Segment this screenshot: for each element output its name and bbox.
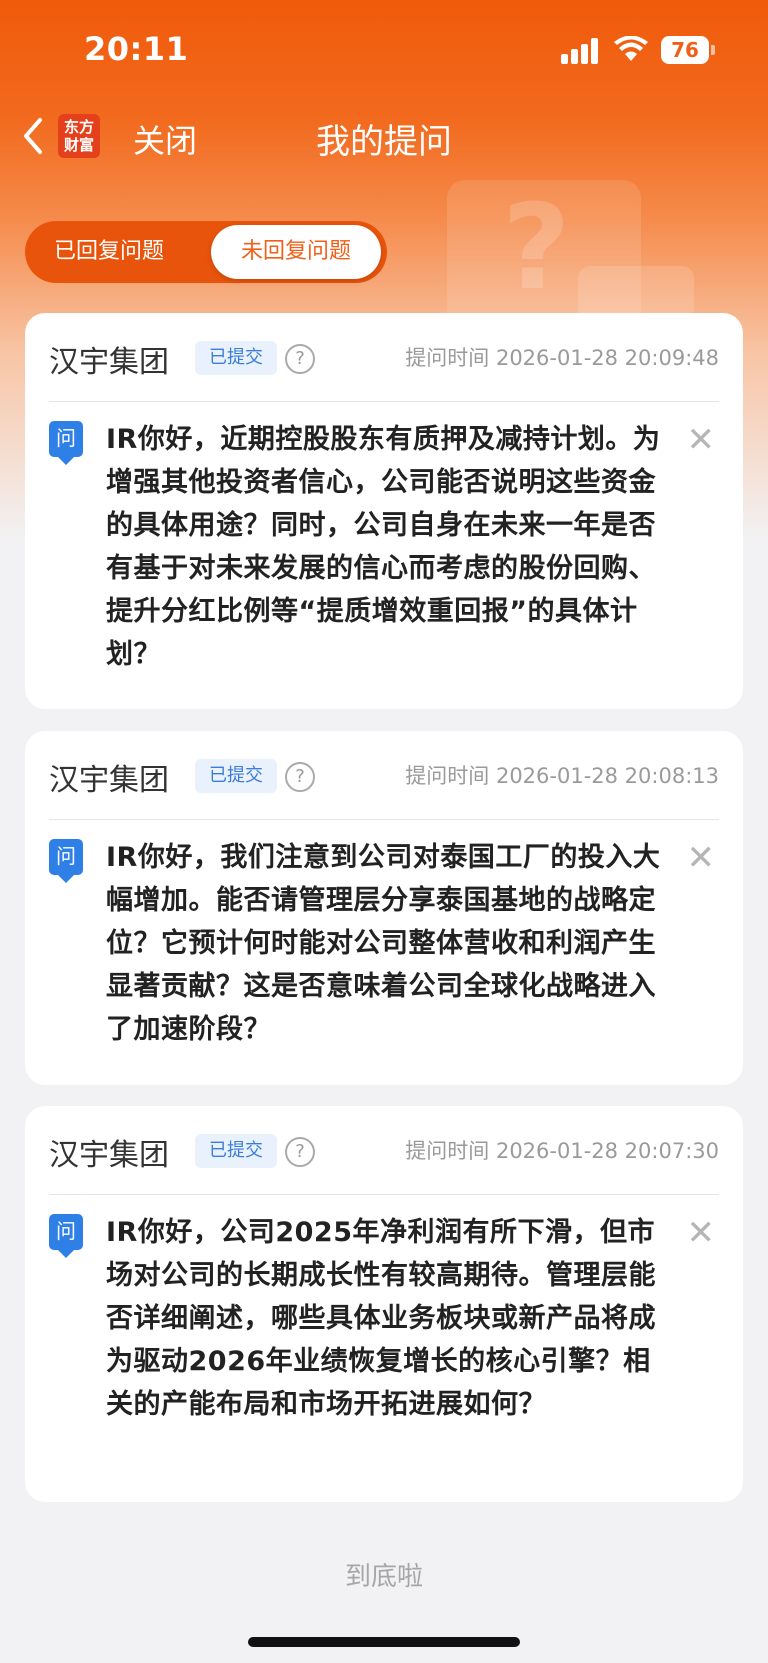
question-card: 汉宇集团 已提交 ? 提问时间 2026-01-28 20:09:48 问 IR…	[25, 313, 743, 709]
status-badge: 已提交	[195, 759, 277, 793]
close-icon[interactable]: ✕	[687, 1216, 716, 1250]
question-time: 提问时间 2026-01-28 20:09:48	[405, 346, 719, 370]
end-of-list-label: 到底啦	[344, 1562, 423, 1592]
company-name[interactable]: 汉宇集团	[49, 755, 169, 799]
close-icon[interactable]: ✕	[687, 423, 716, 457]
page-title: 我的提问	[316, 122, 452, 162]
home-indicator[interactable]	[248, 1637, 520, 1647]
question-card: 汉宇集团 已提交 ? 提问时间 2026-01-28 20:08:13 问 IR…	[25, 731, 743, 1085]
question-time: 提问时间 2026-01-28 20:07:30	[405, 1139, 719, 1163]
tab-replied[interactable]: 已回复问题	[25, 221, 193, 283]
answer-status-tabs: 已回复问题 未回复问题	[25, 221, 387, 283]
question-icon: 问	[49, 839, 83, 883]
cellular-signal-icon	[561, 38, 601, 64]
question-text: IR你好，公司2025年净利润有所下滑，但市场对公司的长期成长性有较高期待。管理…	[106, 1217, 656, 1420]
nav-bar: 东方 财富 关闭 我的提问	[0, 100, 768, 172]
battery-icon: 76	[661, 36, 709, 64]
divider	[49, 401, 719, 402]
status-badge: 已提交	[195, 341, 277, 375]
help-icon[interactable]: ?	[285, 344, 315, 374]
question-icon: 问	[49, 1214, 83, 1258]
wifi-icon	[614, 36, 648, 61]
help-icon[interactable]: ?	[285, 762, 315, 792]
tab-unreplied[interactable]: 未回复问题	[211, 225, 381, 279]
question-text: IR你好，近期控股股东有质押及减持计划。为增强其他投资者信心，公司能否说明这些资…	[106, 424, 661, 670]
status-badge: 已提交	[195, 1134, 277, 1168]
company-name[interactable]: 汉宇集团	[49, 1130, 169, 1174]
company-name[interactable]: 汉宇集团	[49, 337, 169, 381]
question-mark-decoration: ?	[502, 178, 571, 316]
help-icon[interactable]: ?	[285, 1137, 315, 1167]
divider	[49, 1194, 719, 1195]
question-icon: 问	[49, 421, 83, 465]
battery-tip	[711, 45, 715, 55]
question-time: 提问时间 2026-01-28 20:08:13	[405, 764, 719, 788]
status-time: 20:11	[84, 30, 189, 68]
question-card: 汉宇集团 已提交 ? 提问时间 2026-01-28 20:07:30 问 IR…	[25, 1106, 743, 1502]
question-text: IR你好，我们注意到公司对泰国工厂的投入大幅增加。能否请管理层分享泰国基地的战略…	[106, 842, 661, 1045]
divider	[49, 819, 719, 820]
status-bar: 20:11 76	[0, 0, 768, 100]
close-icon[interactable]: ✕	[687, 841, 716, 875]
